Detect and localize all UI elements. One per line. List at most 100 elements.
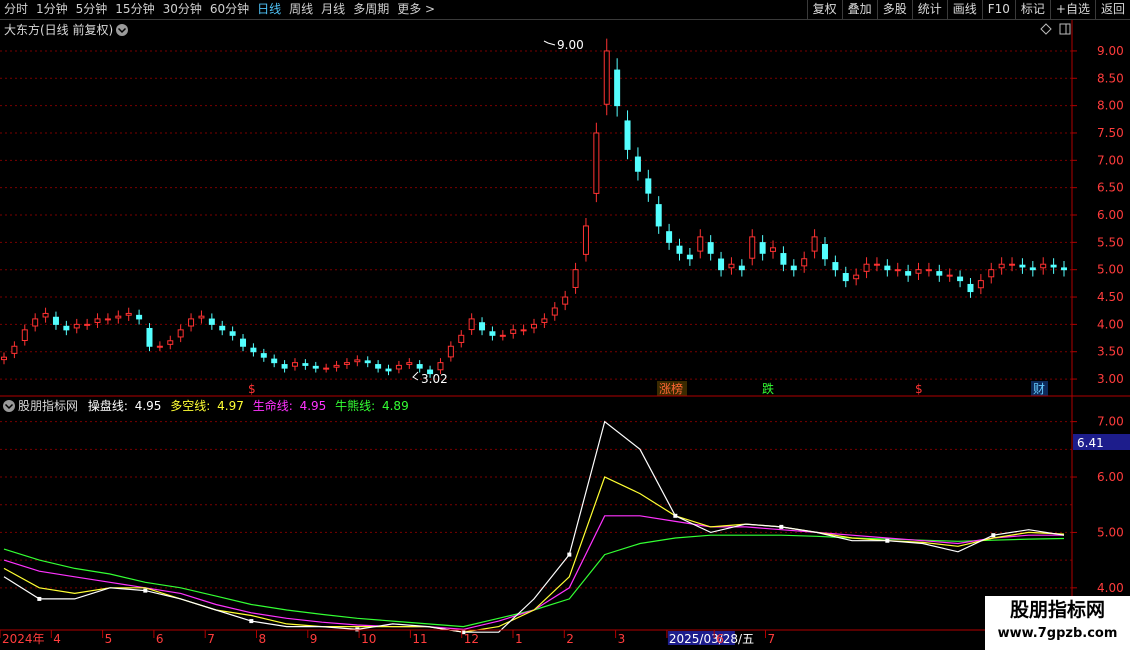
candle-body bbox=[562, 296, 569, 305]
toolbar-button-6[interactable]: 标记 bbox=[1014, 0, 1050, 19]
indicator-name: 股朋指标网 bbox=[18, 398, 78, 413]
candle-body bbox=[780, 253, 787, 265]
toolbar-button-1[interactable]: 叠加 bbox=[841, 0, 877, 19]
niuxiong-label: 牛熊线: bbox=[335, 398, 375, 413]
indicator-tick-label: 6.00 bbox=[1097, 470, 1124, 484]
panel-toggle-icon[interactable] bbox=[1059, 23, 1071, 35]
stock-chart[interactable]: 大东方(日线 前复权) 9.00 8.50 8.00 7.50 7.00 6.50 6.00… bbox=[0, 20, 1130, 650]
period-tab-3[interactable]: 15分钟 bbox=[111, 0, 158, 19]
period-tab-10[interactable]: 更多 > bbox=[393, 0, 439, 19]
candle-body bbox=[156, 345, 163, 348]
toolbar-button-2[interactable]: 多股 bbox=[876, 0, 912, 19]
date-label: 2 bbox=[566, 632, 574, 646]
candle-body bbox=[905, 271, 912, 276]
indicator-series-line bbox=[3, 476, 1065, 633]
price-tick-label: 5.00 bbox=[1097, 263, 1124, 277]
candle-body bbox=[645, 178, 652, 194]
candle-body bbox=[728, 263, 735, 269]
period-tab-1[interactable]: 1分钟 bbox=[32, 0, 72, 19]
watermark-title: 股朋指标网 bbox=[1009, 599, 1105, 621]
toolbar-button-0[interactable]: 复权 bbox=[806, 0, 842, 19]
marker-finance[interactable]: 财 bbox=[1033, 382, 1045, 396]
indicator-point-marker bbox=[673, 513, 678, 518]
candle-body bbox=[250, 347, 257, 353]
marker-rank[interactable]: 涨榜 bbox=[659, 381, 683, 396]
price-tick-label: 6.00 bbox=[1097, 208, 1124, 222]
candle-body bbox=[1029, 267, 1036, 271]
candle-body bbox=[73, 323, 80, 329]
candle-body bbox=[967, 283, 974, 293]
period-tabs: 分时 1分钟 5分钟 15分钟 30分钟 60分钟 日线 周线 月线 多周期 更多 > bbox=[0, 0, 439, 19]
candle-body bbox=[468, 318, 475, 331]
candle-body bbox=[676, 245, 683, 254]
marker-dollar-2[interactable]: $ bbox=[915, 382, 923, 396]
indicator-collapse-icon[interactable] bbox=[3, 400, 15, 412]
candle-body bbox=[354, 359, 361, 363]
price-tick-label: 8.50 bbox=[1097, 71, 1124, 85]
candle-body bbox=[125, 312, 132, 316]
candle-body bbox=[94, 318, 101, 323]
watermark: 股朋指标网 www.7gpzb.com bbox=[985, 596, 1130, 650]
diamond-icon[interactable] bbox=[1040, 23, 1052, 35]
toolbar-button-5[interactable]: F10 bbox=[981, 0, 1015, 19]
candle-body bbox=[302, 363, 309, 366]
candle-body bbox=[136, 314, 143, 320]
marker-fall[interactable]: 跌 bbox=[762, 381, 774, 396]
candle-body bbox=[1009, 263, 1016, 266]
period-tab-0[interactable]: 分时 bbox=[0, 0, 32, 19]
candle-body bbox=[146, 327, 153, 347]
collapse-icon[interactable] bbox=[116, 24, 128, 36]
indicator-series-line bbox=[3, 420, 1065, 633]
candle-body bbox=[333, 364, 340, 368]
candle-body bbox=[385, 368, 392, 372]
date-label: 10 bbox=[361, 632, 376, 646]
current-value-box: 6.41 bbox=[1073, 434, 1130, 450]
indicator-point-marker bbox=[249, 619, 254, 624]
date-label: 5 bbox=[105, 632, 113, 646]
toolbar-button-8[interactable]: 返回 bbox=[1094, 0, 1130, 19]
candle-body bbox=[770, 247, 777, 252]
price-tick-label: 9.00 bbox=[1097, 44, 1124, 58]
period-tab-2[interactable]: 5分钟 bbox=[72, 0, 112, 19]
date-label: 6 bbox=[716, 632, 724, 646]
duokong-value: 4.97 bbox=[217, 399, 244, 413]
marker-dollar[interactable]: $ bbox=[248, 382, 256, 396]
date-label: 3 bbox=[618, 632, 626, 646]
period-tab-9[interactable]: 多周期 bbox=[349, 0, 393, 19]
event-markers: $ 涨榜 跌 $ 财 bbox=[248, 381, 1048, 396]
indicator-grid bbox=[0, 421, 1072, 589]
date-label: 8 bbox=[259, 632, 267, 646]
candle-body bbox=[260, 353, 267, 358]
candle-body bbox=[749, 236, 756, 259]
toolbar-button-7[interactable]: +自选 bbox=[1049, 0, 1095, 19]
price-axis: 9.00 8.50 8.00 7.50 7.00 6.50 6.00 5.50 5.00 4.50… bbox=[1072, 44, 1124, 386]
candle-body bbox=[655, 204, 662, 227]
toolbar-button-3[interactable]: 统计 bbox=[911, 0, 947, 19]
svg-text:3.02: 3.02 bbox=[421, 372, 448, 386]
high-price-label: 9.00 bbox=[543, 38, 584, 52]
period-tab-7[interactable]: 周线 bbox=[285, 0, 317, 19]
period-tab-6[interactable]: 日线 bbox=[253, 0, 285, 19]
candle-body bbox=[489, 331, 496, 336]
candle-body bbox=[738, 265, 745, 271]
indicator-lines bbox=[3, 420, 1065, 635]
toolbar-button-4[interactable]: 画线 bbox=[946, 0, 982, 19]
candle-body bbox=[624, 120, 631, 150]
candle-body bbox=[240, 338, 247, 347]
candle-body bbox=[707, 242, 714, 254]
shengming-label: 生命线: bbox=[253, 398, 293, 413]
period-tab-4[interactable]: 30分钟 bbox=[159, 0, 206, 19]
date-axis: 2024年 4 5 6 7 8 9 10 11 12 1 2 3 2025/03/28/五6 7 bbox=[0, 630, 775, 646]
date-label: 2025/03/28/五 bbox=[669, 632, 754, 646]
candle-body bbox=[198, 315, 205, 319]
candle-body bbox=[11, 345, 18, 354]
candle-body bbox=[718, 258, 725, 271]
price-tick-label: 8.00 bbox=[1097, 99, 1124, 113]
period-tab-8[interactable]: 月线 bbox=[317, 0, 349, 19]
shengming-value: 4.95 bbox=[300, 399, 327, 413]
indicator-series-line bbox=[3, 534, 1065, 628]
price-candles bbox=[1, 38, 1067, 378]
price-tick-label: 5.50 bbox=[1097, 235, 1124, 249]
candle-body bbox=[479, 322, 486, 331]
period-tab-5[interactable]: 60分钟 bbox=[206, 0, 253, 19]
